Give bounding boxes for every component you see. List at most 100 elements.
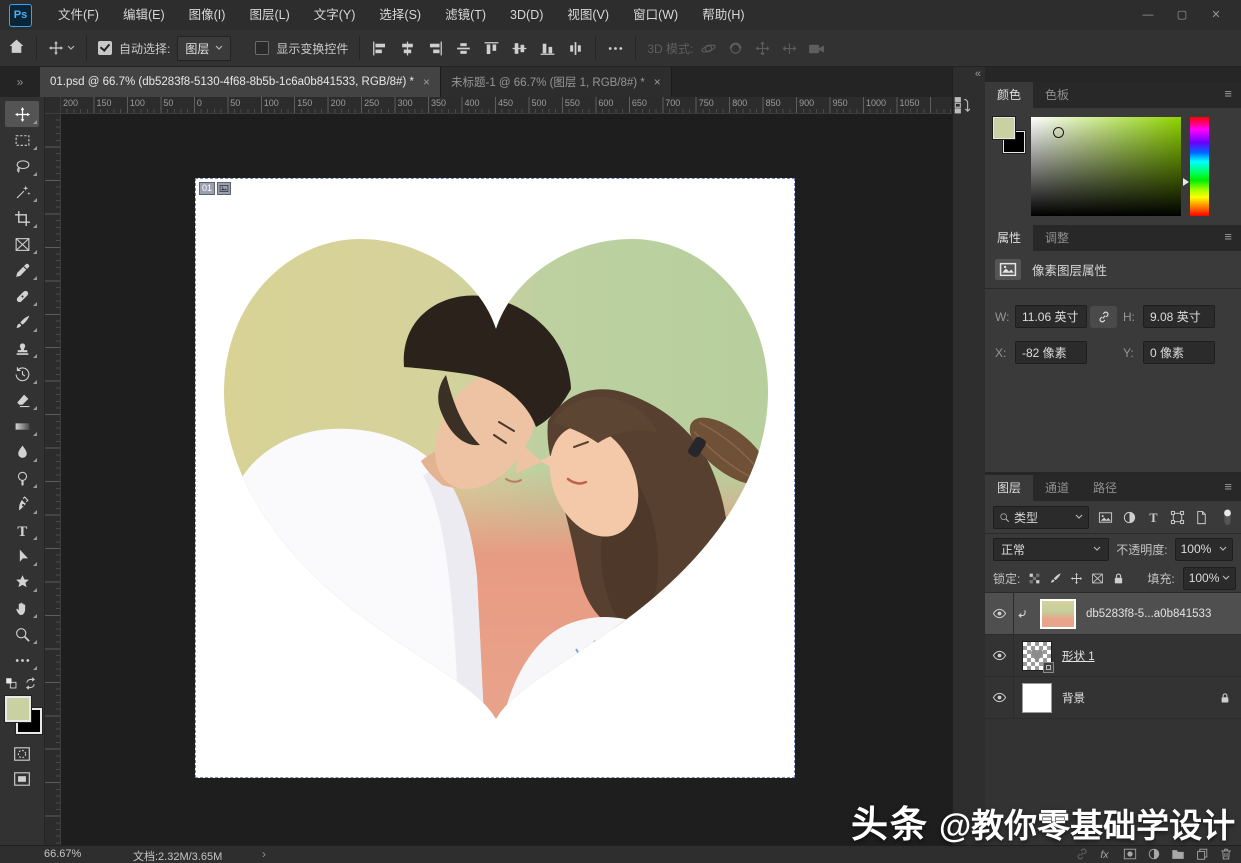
add-layer-mask-icon[interactable] — [1123, 847, 1137, 861]
status-expand-icon[interactable]: › — [262, 847, 266, 861]
frame-tool[interactable] — [5, 231, 39, 257]
quick-mask-icon[interactable] — [13, 745, 31, 763]
auto-select-target-dropdown[interactable]: 图层 — [177, 36, 231, 61]
layer-thumbnail[interactable] — [1040, 599, 1076, 629]
color-tab-1[interactable]: 色板 — [1033, 82, 1081, 108]
foreground-color-swatch[interactable] — [993, 117, 1015, 139]
type-tool[interactable]: T — [5, 517, 39, 543]
horizontal-ruler[interactable]: 2001501005005010015020025030035040045050… — [60, 97, 952, 114]
auto-select-checkbox[interactable] — [98, 41, 112, 55]
filter-adjustment-layers-icon[interactable] — [1122, 510, 1137, 525]
height-field[interactable]: 9.08 英寸 — [1143, 305, 1215, 328]
color-tab-0[interactable]: 颜色 — [985, 82, 1033, 108]
filter-toggle-icon[interactable] — [1222, 508, 1233, 526]
foreground-color-swatch[interactable] — [5, 696, 31, 722]
maximize-button[interactable]: ▢ — [1165, 0, 1199, 30]
align-right-icon[interactable] — [427, 40, 444, 57]
color-field[interactable] — [1031, 117, 1181, 216]
link-dimensions-button[interactable] — [1090, 306, 1117, 328]
delete-layer-icon[interactable] — [1219, 847, 1233, 861]
lock-paint-icon[interactable] — [1049, 572, 1062, 585]
home-icon[interactable] — [8, 38, 25, 58]
eraser-tool[interactable] — [5, 387, 39, 413]
menu-item-3[interactable]: 图层(L) — [237, 0, 301, 30]
magic-wand-tool[interactable] — [5, 179, 39, 205]
new-group-icon[interactable] — [1171, 847, 1185, 861]
move-tool[interactable] — [5, 101, 39, 127]
layer-style-icon[interactable]: fx — [1099, 847, 1113, 861]
menu-item-10[interactable]: 帮助(H) — [690, 0, 756, 30]
toolbar-expand-icon[interactable]: » — [0, 67, 40, 97]
current-tool-badge[interactable] — [48, 40, 75, 56]
align-center-h-icon[interactable] — [399, 40, 416, 57]
menu-item-9[interactable]: 窗口(W) — [621, 0, 690, 30]
menu-item-0[interactable]: 文件(F) — [46, 0, 111, 30]
tab-close-icon[interactable]: × — [654, 75, 661, 89]
layer-visibility-eye-icon[interactable] — [985, 635, 1014, 676]
opacity-field[interactable]: 100% — [1175, 538, 1233, 561]
panel-menu-icon[interactable]: ≡ — [1224, 475, 1241, 501]
layers-tab-2[interactable]: 路径 — [1081, 475, 1129, 501]
hue-slider[interactable] — [1190, 117, 1209, 216]
layer-row-1[interactable]: ♥形状 1 — [985, 635, 1241, 677]
panel-menu-icon[interactable]: ≡ — [1224, 225, 1241, 251]
history-brush-tool[interactable] — [5, 361, 39, 387]
panel-menu-icon[interactable]: ≡ — [1224, 82, 1241, 108]
document-tab-0[interactable]: 01.psd @ 66.7% (db5283f8-5130-4f68-8b5b-… — [40, 67, 441, 97]
menu-item-4[interactable]: 文字(Y) — [302, 0, 368, 30]
layers-tab-1[interactable]: 通道 — [1033, 475, 1081, 501]
hand-tool[interactable] — [5, 595, 39, 621]
layers-tab-0[interactable]: 图层 — [985, 475, 1033, 501]
zoom-level[interactable]: 66.67% — [44, 848, 81, 860]
history-panel-icon[interactable] — [953, 96, 971, 114]
new-adjustment-layer-icon[interactable] — [1147, 847, 1161, 861]
filter-pixel-layers-icon[interactable] — [1098, 510, 1113, 525]
brush-tool[interactable] — [5, 309, 39, 335]
align-top-icon[interactable] — [483, 40, 500, 57]
x-field[interactable]: -82 像素 — [1015, 341, 1087, 364]
filter-shape-layers-icon[interactable] — [1170, 510, 1185, 525]
lock-transparency-icon[interactable] — [1028, 572, 1041, 585]
distribute-h-icon[interactable] — [455, 40, 472, 57]
align-middle-icon[interactable] — [511, 40, 528, 57]
layer-thumbnail[interactable]: ♥ — [1022, 641, 1052, 671]
edit-toolbar-button[interactable] — [5, 647, 39, 673]
filter-type-layers-icon[interactable]: T — [1146, 510, 1161, 525]
eyedropper-tool[interactable] — [5, 257, 39, 283]
healing-brush-tool[interactable] — [5, 283, 39, 309]
minimize-button[interactable]: — — [1131, 0, 1165, 30]
new-layer-icon[interactable] — [1195, 847, 1209, 861]
menu-item-8[interactable]: 视图(V) — [555, 0, 621, 30]
align-left-icon[interactable] — [371, 40, 388, 57]
lock-artboard-icon[interactable] — [1091, 572, 1104, 585]
menu-item-1[interactable]: 编辑(E) — [111, 0, 177, 30]
layer-row-0[interactable]: db5283f8-5...a0b841533 — [985, 593, 1241, 635]
more-align-options-icon[interactable] — [607, 40, 624, 57]
hue-pointer[interactable] — [1183, 178, 1189, 186]
tab-close-icon[interactable]: × — [423, 75, 430, 89]
zoom-tool[interactable] — [5, 621, 39, 647]
marquee-tool[interactable] — [5, 127, 39, 153]
path-select-tool[interactable] — [5, 543, 39, 569]
collapse-panels-icon[interactable]: « — [953, 67, 986, 80]
swap-colors-icon[interactable] — [24, 677, 37, 690]
lock-all-icon[interactable] — [1112, 572, 1125, 585]
layer-filter-dropdown[interactable]: 类型 — [993, 506, 1089, 529]
lock-position-icon[interactable] — [1070, 572, 1083, 585]
color-marker[interactable] — [1053, 127, 1064, 138]
shape-tool[interactable] — [5, 569, 39, 595]
document-canvas[interactable]: 01 — [195, 178, 795, 778]
blend-mode-dropdown[interactable]: 正常 — [993, 538, 1109, 561]
default-colors-icon[interactable] — [5, 677, 18, 690]
vertical-ruler[interactable] — [44, 113, 61, 845]
distribute-v-icon[interactable] — [567, 40, 584, 57]
fill-field[interactable]: 100% — [1183, 567, 1237, 590]
menu-item-2[interactable]: 图像(I) — [177, 0, 238, 30]
blur-tool[interactable] — [5, 439, 39, 465]
crop-tool[interactable] — [5, 205, 39, 231]
properties-tab-1[interactable]: 调整 — [1033, 225, 1081, 251]
lasso-tool[interactable] — [5, 153, 39, 179]
menu-item-6[interactable]: 滤镜(T) — [433, 0, 498, 30]
screen-mode-icon[interactable] — [13, 770, 31, 788]
pen-tool[interactable] — [5, 491, 39, 517]
